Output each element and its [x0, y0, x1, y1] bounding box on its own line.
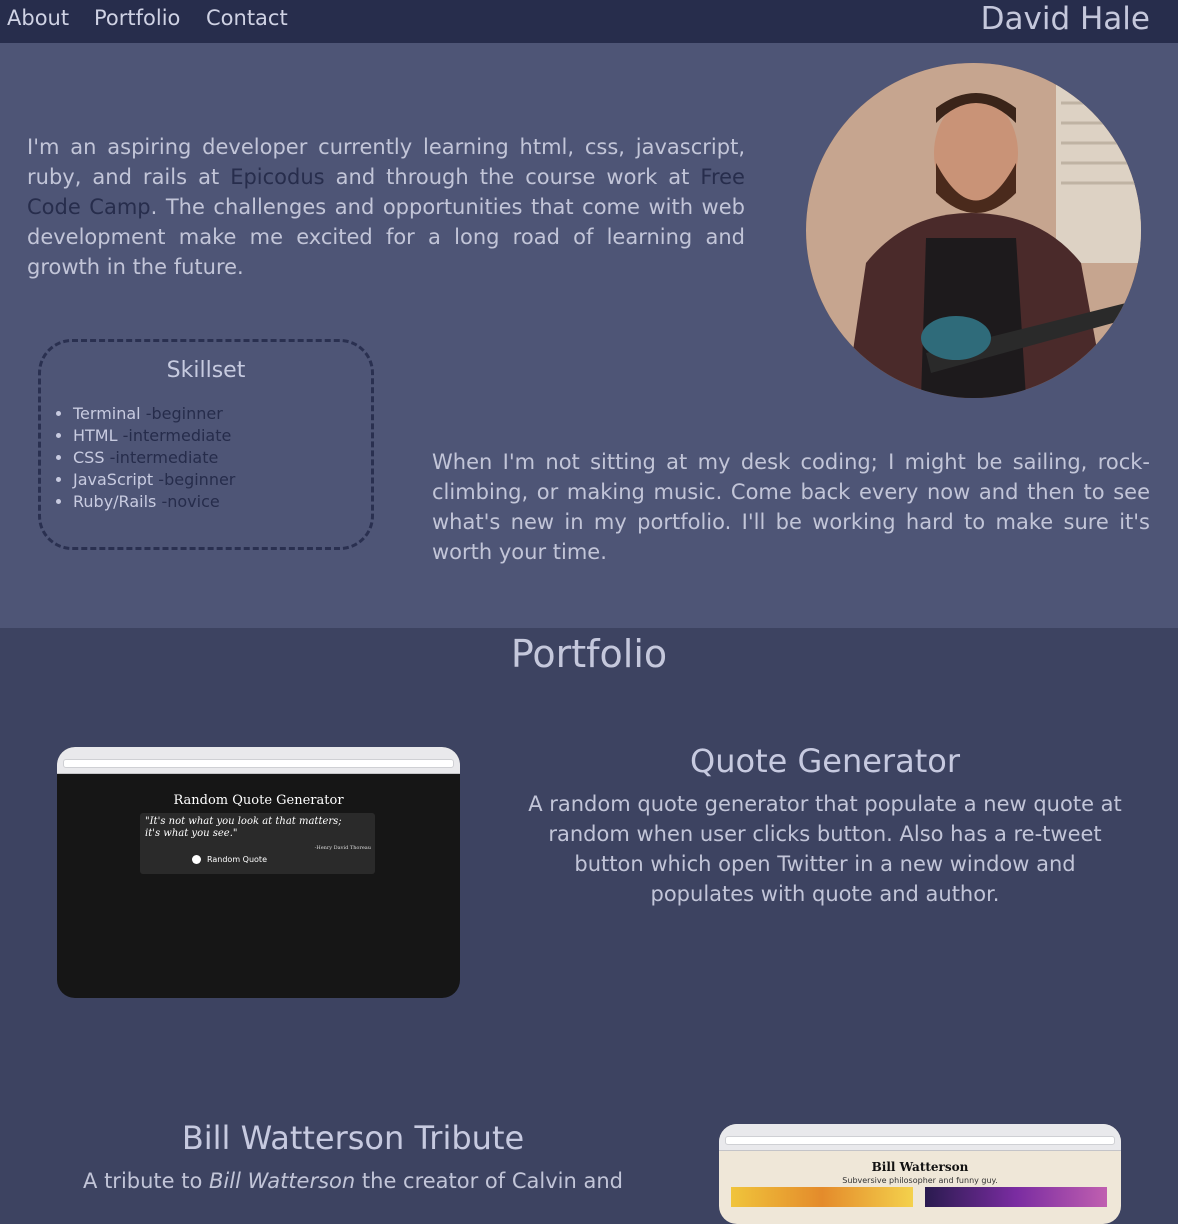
qg-quote-text: "It's not what you look at that matters;…: [145, 816, 342, 839]
intro-text-2: and through the course work at: [324, 165, 701, 189]
quote-generator-screenshot[interactable]: Random Quote Generator "It's not what yo…: [57, 747, 460, 998]
project-desc-bill-watterson: A tribute to Bill Watterson the creator …: [50, 1166, 656, 1196]
site-brand[interactable]: David Hale: [981, 1, 1150, 37]
skill-level: -beginner: [158, 470, 236, 489]
comic-image-1: [731, 1187, 913, 1207]
skill-item: JavaScript -beginner: [73, 469, 235, 491]
epicodus-link[interactable]: Epicodus: [230, 165, 324, 189]
browser-chrome: [719, 1124, 1121, 1151]
bw-desc-post: the creator of Calvin and: [355, 1169, 623, 1193]
bw-desc-em: Bill Watterson: [209, 1169, 356, 1193]
skill-name: Terminal: [73, 404, 141, 423]
nav-about-link[interactable]: About: [7, 6, 69, 30]
bw-subtitle: Subversive philosopher and funny guy.: [842, 1176, 998, 1185]
comic-image-2: [925, 1187, 1107, 1207]
address-bar: [63, 759, 454, 768]
outro-paragraph: When I'm not sitting at my desk coding; …: [432, 450, 1150, 564]
browser-chrome: [57, 747, 460, 774]
skill-item: Terminal -beginner: [73, 403, 235, 425]
profile-photo-illustration: [806, 63, 1141, 398]
skill-level: -intermediate: [109, 448, 219, 467]
qg-button-label: Random Quote: [207, 855, 267, 864]
project-desc-quote-generator: A random quote generator that populate a…: [528, 792, 1122, 906]
portfolio-heading: Portfolio: [510, 632, 668, 676]
bw-heading: Bill Watterson: [871, 1160, 969, 1174]
nav-portfolio-link[interactable]: Portfolio: [94, 6, 180, 30]
skill-name: CSS: [73, 448, 105, 467]
qg-quote-box: "It's not what you look at that matters;…: [140, 813, 375, 874]
project-title-bill-watterson: Bill Watterson Tribute: [181, 1119, 525, 1157]
nav-contact-link[interactable]: Contact: [206, 6, 288, 30]
top-nav: About Portfolio Contact David Hale: [0, 0, 1178, 43]
skill-name: Ruby/Rails: [73, 492, 157, 511]
skillset-title: Skillset: [166, 358, 246, 383]
skill-item: HTML -intermediate: [73, 425, 235, 447]
bill-watterson-screenshot[interactable]: Bill Watterson Subversive philosopher an…: [719, 1124, 1121, 1224]
about-section: I'm an aspiring developer currently lear…: [0, 43, 1178, 628]
skill-name: HTML: [73, 426, 118, 445]
skill-level: -novice: [161, 492, 220, 511]
skill-level: -beginner: [145, 404, 223, 423]
twitter-icon: [192, 855, 201, 864]
skill-item: Ruby/Rails -novice: [73, 491, 235, 513]
skillset-card: Skillset Terminal -beginner HTML -interm…: [38, 339, 374, 550]
profile-photo: [806, 63, 1141, 398]
skill-level: -intermediate: [122, 426, 232, 445]
skill-name: JavaScript: [73, 470, 154, 489]
qg-heading: Random Quote Generator: [173, 793, 344, 808]
skills-list: Terminal -beginner HTML -intermediate CS…: [49, 403, 235, 513]
bw-desc-pre: A tribute to: [83, 1169, 210, 1193]
qg-author: -Henry David Thoreau: [314, 845, 371, 851]
project-title-quote-generator: Quote Generator: [690, 742, 960, 780]
qg-random-quote-button: Random Quote: [192, 855, 267, 864]
address-bar: [725, 1136, 1115, 1145]
skill-item: CSS -intermediate: [73, 447, 235, 469]
intro-paragraph: I'm an aspiring developer currently lear…: [27, 132, 745, 282]
